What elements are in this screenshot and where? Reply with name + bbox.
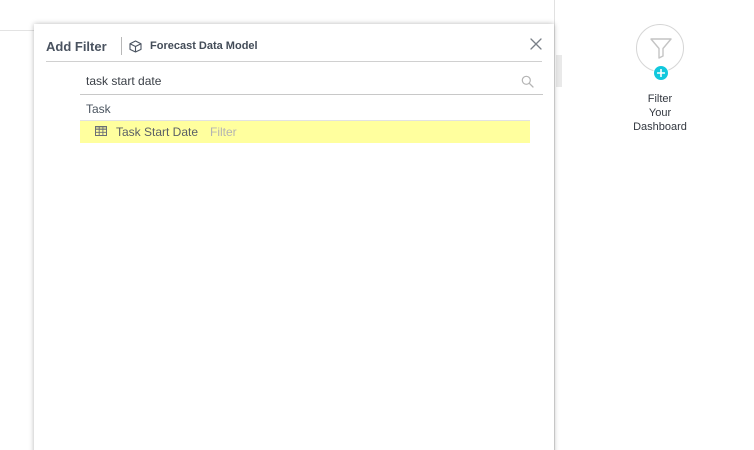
page: Filter Your Dashboard Add Filter Forecas… bbox=[0, 0, 754, 450]
cube-icon bbox=[129, 40, 142, 53]
plus-badge[interactable] bbox=[653, 65, 669, 81]
filter-circle[interactable] bbox=[636, 24, 684, 81]
result-item-task-start-date[interactable]: Task Start Date Filter bbox=[80, 121, 530, 143]
filter-dashboard-widget[interactable]: Filter Your Dashboard bbox=[620, 24, 700, 134]
result-item-name: Task Start Date bbox=[116, 125, 199, 139]
search-icon[interactable] bbox=[521, 75, 534, 88]
result-group-label: Task bbox=[86, 102, 111, 116]
panel-divider bbox=[554, 0, 555, 450]
table-icon bbox=[95, 126, 107, 136]
dialog-header: Add Filter Forecast Data Model bbox=[46, 37, 542, 62]
close-button[interactable] bbox=[529, 37, 543, 51]
result-item-type: Filter bbox=[210, 125, 237, 139]
plus-icon bbox=[657, 69, 665, 77]
panel-resize-handle[interactable] bbox=[556, 55, 562, 87]
close-icon bbox=[530, 38, 542, 50]
header-separator bbox=[121, 37, 122, 55]
add-filter-dialog: Add Filter Forecast Data Model Task bbox=[34, 24, 554, 450]
background-divider bbox=[0, 30, 34, 31]
dialog-title: Add Filter bbox=[46, 39, 107, 54]
filter-widget-label-line2: Your bbox=[648, 107, 672, 119]
filter-widget-label: Filter Your Dashboard bbox=[620, 92, 700, 134]
funnel-icon bbox=[650, 38, 672, 59]
filter-widget-label-line3: Dashboard bbox=[633, 121, 687, 133]
search-box bbox=[80, 70, 543, 95]
search-input[interactable] bbox=[86, 72, 506, 90]
filter-widget-label-line1: Filter bbox=[647, 93, 673, 105]
data-model-name[interactable]: Forecast Data Model bbox=[150, 40, 258, 52]
